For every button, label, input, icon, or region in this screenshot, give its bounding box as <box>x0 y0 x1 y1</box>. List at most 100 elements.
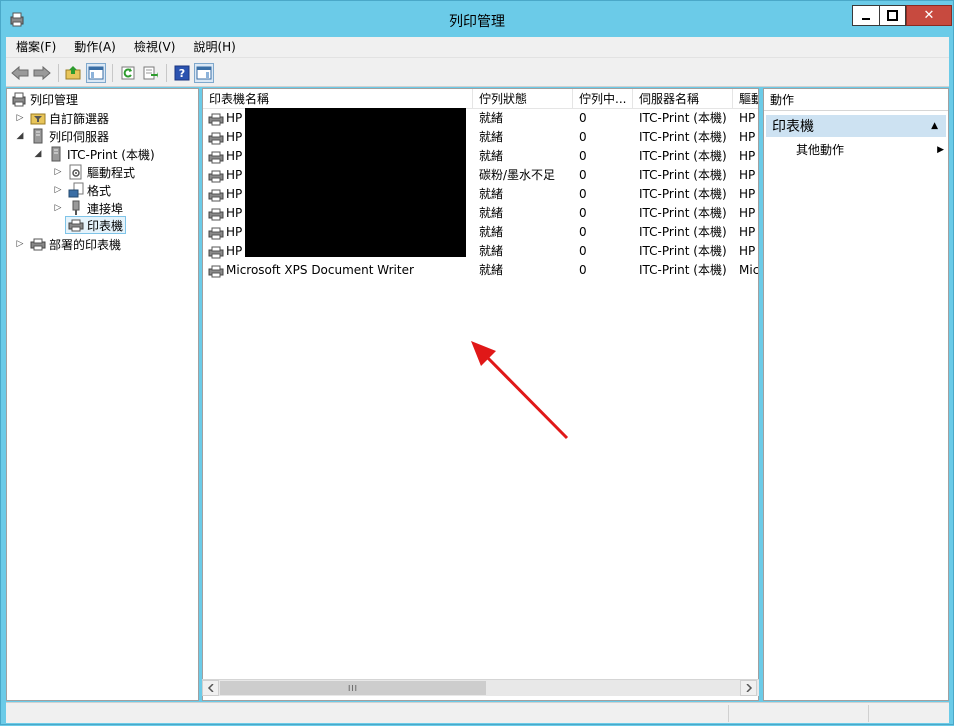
tree-node-label: 部署的印表機 <box>49 237 122 252</box>
toolbar-separator <box>58 64 59 82</box>
up-folder-icon <box>65 66 81 80</box>
tree-node-label: 列印管理 <box>30 92 79 107</box>
close-button[interactable]: ✕ <box>906 5 952 26</box>
expand-drivers-icon[interactable]: ▷ <box>53 163 63 181</box>
collapse-up-icon: ▲ <box>931 121 938 131</box>
cell-queue-status: 就緒 <box>479 225 504 239</box>
column-header-driver[interactable]: 驅動 <box>733 89 758 109</box>
status-bar-segment <box>728 705 868 722</box>
expand-forms-icon[interactable]: ▷ <box>53 181 63 199</box>
cell-server-name: ITC-Print (本機) <box>639 244 727 258</box>
cell-jobs-in-queue: 0 <box>579 187 587 201</box>
tree-node-print-servers[interactable]: 列印伺服器 <box>30 127 109 145</box>
expand-deployed-printers-icon[interactable]: ▷ <box>15 235 25 253</box>
printer-icon <box>208 264 224 278</box>
status-bar-segment <box>868 705 948 722</box>
cell-server-name: ITC-Print (本機) <box>639 263 727 277</box>
cell-server-name: ITC-Print (本機) <box>639 130 727 144</box>
export-list-button[interactable] <box>140 63 160 83</box>
tree-node-label: 印表機 <box>87 218 124 233</box>
cell-server-name: ITC-Print (本機) <box>639 111 727 125</box>
server-icon <box>30 128 46 144</box>
printer-icon <box>208 150 224 164</box>
back-icon <box>11 65 29 81</box>
menu-file[interactable]: 檔案(F) <box>6 37 64 57</box>
cell-jobs-in-queue: 0 <box>579 244 587 258</box>
tree-node-label: 自訂篩選器 <box>49 111 110 126</box>
cell-jobs-in-queue: 0 <box>579 111 587 125</box>
menu-view[interactable]: 檢視(V) <box>124 37 184 57</box>
title-bar[interactable]: 列印管理 ✕ <box>1 1 953 37</box>
actions-section-printers[interactable]: 印表機 ▲ <box>766 115 946 137</box>
printer-icon <box>208 112 224 126</box>
show-hide-tree-button[interactable] <box>86 63 106 83</box>
collapse-print-servers-icon[interactable]: ◢ <box>15 127 25 145</box>
more-actions-item[interactable]: 其他動作 ▶ <box>796 141 946 159</box>
help-button[interactable]: ? <box>172 63 192 83</box>
server-icon <box>48 146 64 162</box>
forms-icon <box>68 182 84 198</box>
toolbar-separator <box>166 64 167 82</box>
printer-icon <box>208 188 224 202</box>
action-pane-toggle-button[interactable] <box>194 63 214 83</box>
expand-custom-filters-icon[interactable]: ▷ <box>15 109 25 127</box>
actions-pane-title: 動作 <box>764 89 948 111</box>
table-row[interactable]: Microsoft XPS Document Writer 就緒 0 ITC-Prin… <box>203 261 759 280</box>
column-header-queue-status[interactable]: 佇列狀態 <box>473 89 573 109</box>
tree-node-printers[interactable]: 印表機 <box>65 216 127 234</box>
tree-node-ports[interactable]: 連接埠 <box>68 199 123 217</box>
tree-node-drivers[interactable]: 驅動程式 <box>68 163 135 181</box>
chevron-left-icon <box>207 684 214 692</box>
cell-queue-status: 就緒 <box>479 111 504 125</box>
menu-help[interactable]: 說明(H) <box>183 37 243 57</box>
tree-node-deployed-printers[interactable]: 部署的印表機 <box>30 235 121 253</box>
toolbar-separator <box>112 64 113 82</box>
expand-ports-icon[interactable]: ▷ <box>53 199 63 217</box>
refresh-button[interactable] <box>118 63 138 83</box>
cell-driver: HP <box>739 111 756 125</box>
cell-server-name: ITC-Print (本機) <box>639 187 727 201</box>
scroll-left-button[interactable] <box>202 680 219 696</box>
cell-server-name: ITC-Print (本機) <box>639 149 727 163</box>
minimize-button[interactable] <box>852 5 879 26</box>
up-level-button[interactable] <box>63 63 83 83</box>
scroll-thumb[interactable]: III <box>220 681 486 695</box>
tree-node-forms[interactable]: 格式 <box>68 181 111 199</box>
tree-node-print-management[interactable]: 列印管理 <box>11 90 78 108</box>
print-management-icon <box>11 91 27 107</box>
tree-node-itc-print-server[interactable]: ITC-Print (本機) <box>48 145 155 163</box>
menu-action[interactable]: 動作(A) <box>64 37 124 57</box>
forward-button[interactable] <box>32 63 52 83</box>
export-list-icon <box>143 66 158 80</box>
svg-text:?: ? <box>179 67 185 80</box>
filter-folder-icon <box>30 110 46 126</box>
more-actions-label: 其他動作 <box>796 143 845 157</box>
scroll-right-button[interactable] <box>740 680 757 696</box>
column-header-printer-name[interactable]: 印表機名稱 <box>203 89 473 109</box>
toolbar: ? <box>6 57 949 87</box>
driver-icon <box>68 164 84 180</box>
maximize-button[interactable] <box>879 5 906 26</box>
column-header-jobs-in-queue[interactable]: 佇列中... <box>573 89 633 109</box>
deployed-printer-icon <box>30 236 46 252</box>
cell-jobs-in-queue: 0 <box>579 225 587 239</box>
cell-queue-status: 碳粉/墨水不足 <box>479 168 556 182</box>
tree-node-label: ITC-Print (本機) <box>67 147 155 162</box>
cell-jobs-in-queue: 0 <box>579 149 587 163</box>
cell-queue-status: 就緒 <box>479 130 504 144</box>
cell-driver: Mic <box>739 263 759 277</box>
cell-queue-status: 就緒 <box>479 187 504 201</box>
tree-node-label: 列印伺服器 <box>49 129 110 144</box>
console-tree-pane: 列印管理 ▷ 自訂篩選器 ◢ 列印伺服器 ◢ ITC-Print (本機) ▷ <box>6 88 199 701</box>
printer-icon <box>208 169 224 183</box>
horizontal-scrollbar[interactable]: III <box>202 679 759 696</box>
printer-icon <box>208 131 224 145</box>
cell-driver: HP <box>739 187 756 201</box>
forward-icon <box>33 65 51 81</box>
collapse-itc-print-icon[interactable]: ◢ <box>33 145 43 163</box>
back-button[interactable] <box>10 63 30 83</box>
cell-printer-name: Microsoft XPS Document Writer <box>226 263 414 277</box>
cell-server-name: ITC-Print (本機) <box>639 225 727 239</box>
tree-node-custom-filters[interactable]: 自訂篩選器 <box>30 109 109 127</box>
column-header-server-name[interactable]: 伺服器名稱 <box>633 89 733 109</box>
